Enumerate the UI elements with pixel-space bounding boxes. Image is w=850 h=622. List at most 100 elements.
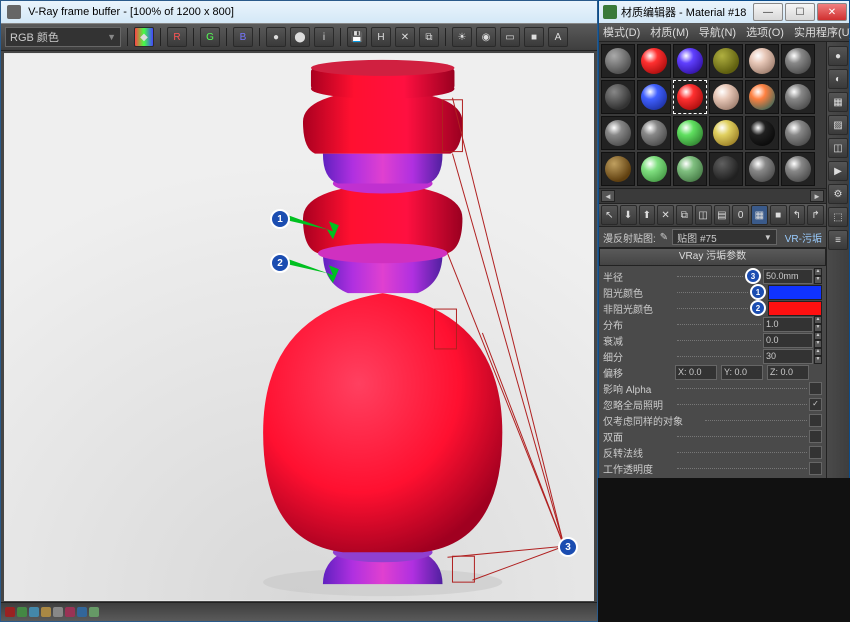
occluded-color-swatch[interactable] [768,285,822,300]
map-name-field[interactable]: 贴图 #75▼ [672,229,777,245]
vfb-titlebar[interactable]: V-Ray frame buffer - [100% of 1200 x 800… [1,1,597,24]
me-titlebar[interactable]: 材质编辑器 - Material #18 — ☐ ✕ [599,1,849,23]
doublesided-checkbox[interactable] [809,430,822,443]
bias-x-spinner[interactable]: X: 0.0 [675,365,717,380]
stop-button[interactable]: ■ [524,27,544,47]
rollout-header[interactable]: VRay 污垢参数 [599,248,826,266]
minimize-button[interactable]: — [753,3,783,21]
affect-alpha-checkbox[interactable] [809,382,822,395]
channel-select[interactable]: RGB 颜色 ▼ [5,27,121,47]
status-dot[interactable] [53,607,63,617]
material-sample-slot[interactable] [709,80,743,114]
material-sample-slot[interactable] [637,116,671,150]
distribution-spinner[interactable]: 1.0 [763,317,813,332]
material-sample-slot[interactable] [781,116,815,150]
status-dot[interactable] [5,607,15,617]
go-forward-button[interactable]: ↱ [807,205,824,225]
menu-navigate[interactable]: 导航(N) [699,24,736,40]
menu-material[interactable]: 材质(M) [650,24,689,40]
region-button[interactable]: ▭ [500,27,520,47]
status-dot[interactable] [41,607,51,617]
material-sample-slot[interactable] [637,80,671,114]
show-end-result-button[interactable]: ■ [770,205,787,225]
material-sample-slot[interactable] [745,152,779,186]
background-button[interactable]: ▦ [828,92,848,112]
mono-channel-button[interactable]: ⬤ [290,27,310,47]
same-only-checkbox[interactable] [809,414,822,427]
status-dot[interactable] [29,607,39,617]
show-in-viewport-button[interactable]: ▦ [751,205,768,225]
material-sample-slot[interactable] [601,44,635,78]
material-sample-slot[interactable] [673,80,707,114]
make-unique-button[interactable]: ◫ [695,205,712,225]
clear-button[interactable]: ✕ [395,27,415,47]
material-sample-slot[interactable] [745,116,779,150]
make-preview-button[interactable]: ▶ [828,161,848,181]
video-check-button[interactable]: ◫ [828,138,848,158]
status-dot[interactable] [65,607,75,617]
spinner-buttons[interactable]: ▲▼ [814,268,822,284]
bias-z-spinner[interactable]: Z: 0.0 [767,365,809,380]
subdivs-spinner[interactable]: 30 [763,349,813,364]
copy-button[interactable]: ⧉ [419,27,439,47]
options-button[interactable]: ⚙ [828,184,848,204]
stamp-button[interactable]: A [548,27,568,47]
material-sample-slot[interactable] [601,80,635,114]
material-sample-slot[interactable] [601,152,635,186]
reset-button[interactable]: ✕ [657,205,674,225]
material-sample-slot[interactable] [637,44,671,78]
select-by-material-button[interactable]: ⬚ [828,207,848,227]
radius-spinner[interactable]: 50.0mm [763,269,813,284]
sample-type-button[interactable]: ● [828,46,848,66]
make-copy-button[interactable]: ⧉ [676,205,693,225]
blue-channel-button[interactable]: B [233,27,253,47]
material-sample-slot[interactable] [637,152,671,186]
material-sample-slot[interactable] [601,116,635,150]
material-sample-slot[interactable] [673,44,707,78]
sample-uv-button[interactable]: ▨ [828,115,848,135]
env-occ-checkbox[interactable] [809,478,822,479]
menu-options[interactable]: 选项(O) [746,24,784,40]
falloff-spinner[interactable]: 0.0 [763,333,813,348]
go-parent-button[interactable]: ↰ [789,205,806,225]
material-sample-slot[interactable] [781,44,815,78]
put-to-scene-button[interactable]: ⬇ [620,205,637,225]
material-sample-slot[interactable] [673,116,707,150]
history-button[interactable]: H [371,27,391,47]
rgb-channel-button[interactable]: ◆ [134,27,154,47]
close-button[interactable]: ✕ [817,3,847,21]
material-sample-slot[interactable] [709,116,743,150]
eyedropper-icon[interactable]: ✎ [660,232,668,243]
unoccluded-color-swatch[interactable] [768,301,822,316]
save-button[interactable]: 💾 [347,27,367,47]
red-channel-button[interactable]: R [167,27,187,47]
material-sample-slot[interactable] [673,152,707,186]
exposure-button[interactable]: ☀ [452,27,472,47]
material-id-button[interactable]: 0 [732,205,749,225]
ignore-gi-checkbox[interactable]: ✓ [809,398,822,411]
assign-button[interactable]: ⬆ [639,205,656,225]
put-to-library-button[interactable]: ▤ [714,205,731,225]
alpha-channel-button[interactable]: ● [266,27,286,47]
material-sample-slot[interactable] [709,152,743,186]
menu-mode[interactable]: 模式(D) [603,24,640,40]
lens-button[interactable]: ◉ [476,27,496,47]
bias-y-spinner[interactable]: Y: 0.0 [721,365,763,380]
material-sample-slot[interactable] [745,80,779,114]
material-scrollbar[interactable]: ◄ ► [599,188,826,204]
material-sample-slot[interactable] [781,152,815,186]
scroll-right-icon[interactable]: ► [810,190,824,202]
backlight-button[interactable]: ◐ [828,69,848,89]
vfb-viewport[interactable]: 1 2 3 [4,53,594,601]
work-trans-checkbox[interactable] [809,462,822,475]
scroll-left-icon[interactable]: ◄ [601,190,615,202]
invert-normal-checkbox[interactable] [809,446,822,459]
material-sample-slot[interactable] [709,44,743,78]
material-sample-slot[interactable] [781,80,815,114]
info-button[interactable]: i [314,27,334,47]
status-dot[interactable] [77,607,87,617]
material-map-nav-button[interactable]: ≡ [828,230,848,250]
green-channel-button[interactable]: G [200,27,220,47]
maximize-button[interactable]: ☐ [785,3,815,21]
status-dot[interactable] [89,607,99,617]
